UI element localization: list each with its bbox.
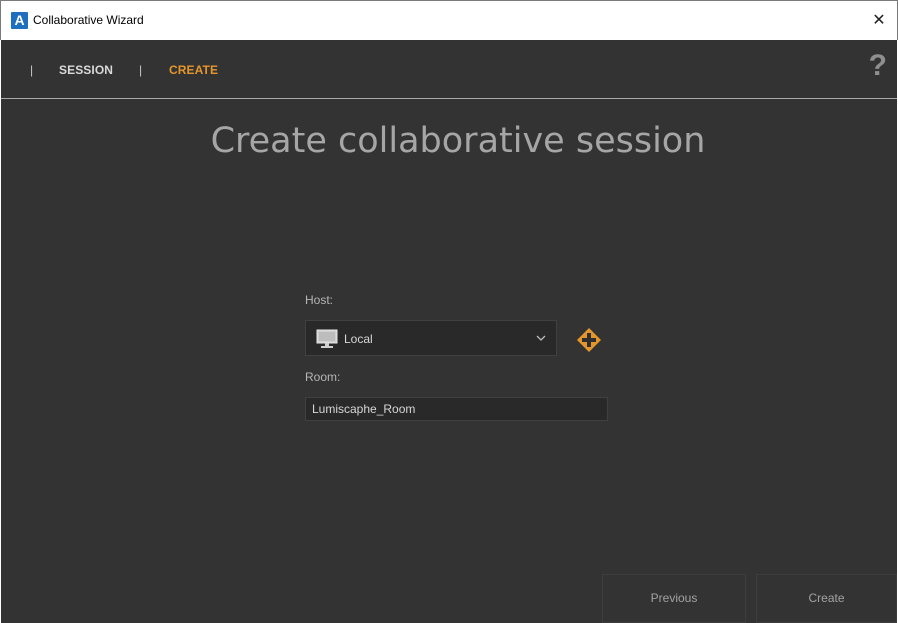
nav-divider bbox=[1, 98, 897, 99]
previous-button[interactable]: Previous bbox=[602, 574, 746, 623]
breadcrumb-item-create[interactable]: CREATE bbox=[169, 62, 218, 78]
host-select[interactable]: Local bbox=[305, 320, 557, 356]
breadcrumb-separator: | bbox=[139, 63, 143, 77]
app-logo-icon: A bbox=[11, 12, 28, 29]
breadcrumb: | SESSION | CREATE ? bbox=[1, 40, 897, 98]
monitor-icon bbox=[316, 329, 338, 348]
title-bar: A Collaborative Wizard ✕ bbox=[0, 0, 898, 40]
add-host-button[interactable] bbox=[577, 328, 601, 352]
wizard-panel: | SESSION | CREATE ? Create collaborativ… bbox=[1, 40, 897, 623]
window-title: Collaborative Wizard bbox=[33, 13, 144, 27]
host-label: Host: bbox=[305, 293, 334, 307]
room-label: Room: bbox=[305, 370, 341, 384]
host-select-value: Local bbox=[344, 332, 373, 346]
room-name-input[interactable] bbox=[305, 397, 608, 421]
help-button[interactable]: ? bbox=[869, 50, 887, 82]
breadcrumb-item-session[interactable]: SESSION bbox=[59, 62, 113, 78]
close-button[interactable]: ✕ bbox=[861, 3, 897, 37]
chevron-down-icon bbox=[536, 335, 546, 341]
create-button[interactable]: Create bbox=[756, 574, 897, 623]
page-title: Create collaborative session bbox=[210, 121, 706, 161]
breadcrumb-separator: | bbox=[30, 63, 34, 77]
